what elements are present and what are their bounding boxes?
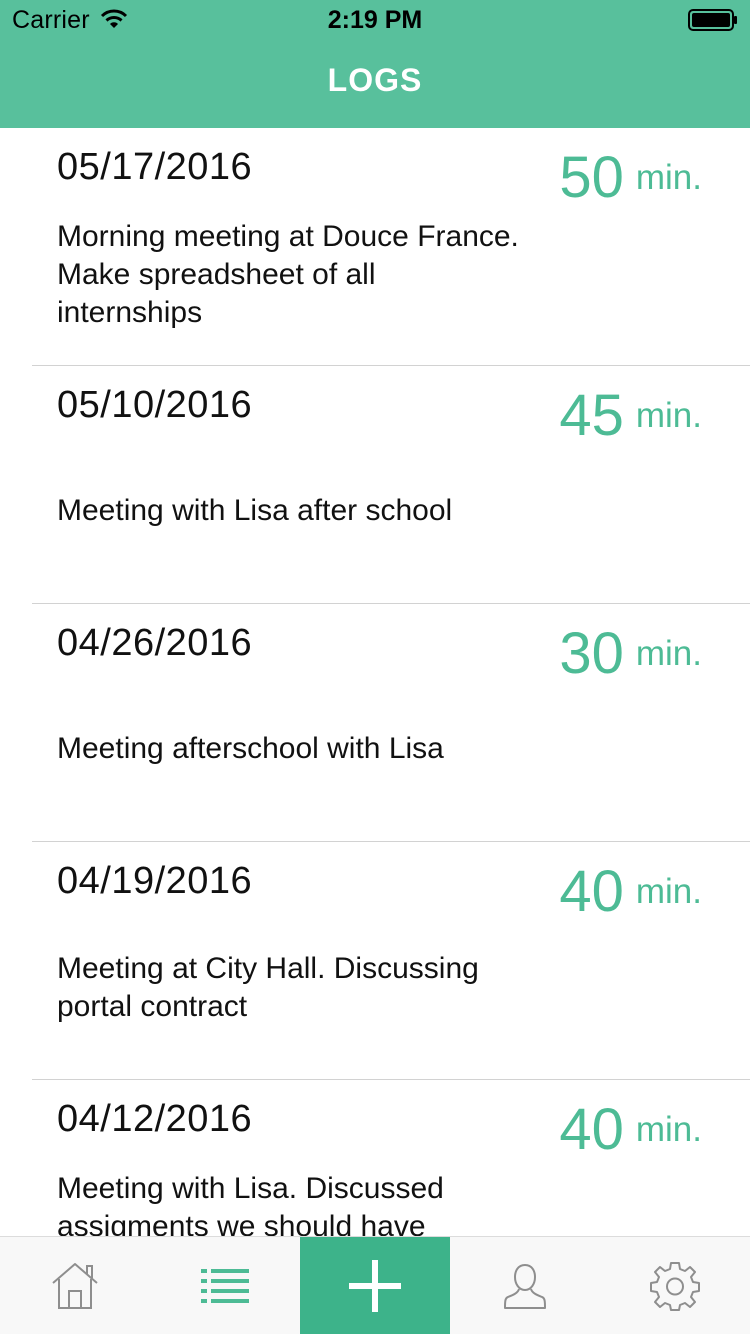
log-minutes: 50: [559, 145, 624, 210]
status-bar: Carrier 2:19 PM: [0, 0, 750, 40]
log-entry[interactable]: 05/10/2016 45 min. Meeting with Lisa afte…: [32, 366, 750, 604]
log-duration: 40 min.: [559, 858, 702, 925]
log-unit: min.: [635, 395, 702, 435]
log-entry[interactable]: 04/26/2016 30 min. Meeting afterschool wi…: [32, 604, 750, 842]
log-minutes: 45: [559, 383, 624, 448]
tab-home[interactable]: [0, 1237, 150, 1334]
log-note: Meeting at City Hall. Discussing portal …: [57, 952, 479, 1023]
log-unit: min.: [635, 1109, 702, 1149]
log-date: 05/10/2016: [57, 384, 253, 426]
log-date: 05/17/2016: [57, 146, 253, 188]
header: Carrier 2:19 PM LOGS: [0, 0, 750, 128]
tab-logs[interactable]: [150, 1237, 300, 1334]
gear-icon: [650, 1262, 700, 1311]
log-note: Meeting afterschool with Lisa: [57, 732, 444, 765]
log-duration: 30 min.: [559, 620, 702, 687]
log-date: 04/12/2016: [57, 1098, 253, 1140]
log-duration: 45 min.: [559, 382, 702, 449]
logs-screen: Carrier 2:19 PM LOGS 05/17/2016 50 min. M…: [0, 0, 750, 1334]
battery-icon: [688, 9, 737, 31]
list-icon: [201, 1269, 249, 1303]
page-title: LOGS: [327, 62, 423, 98]
tab-profile[interactable]: [450, 1237, 600, 1334]
home-icon: [52, 1263, 98, 1309]
log-note: Morning meeting at Douce France. Make sp…: [57, 220, 519, 329]
log-date: 04/26/2016: [57, 622, 253, 664]
log-entry[interactable]: 04/12/2016 40 min. Meeting with Lisa. Dis…: [32, 1080, 750, 1236]
tab-settings[interactable]: [600, 1237, 750, 1334]
plus-icon: [349, 1260, 401, 1312]
log-duration: 50 min.: [559, 144, 702, 211]
log-minutes: 40: [559, 859, 624, 924]
log-entry[interactable]: 05/17/2016 50 min. Morning meeting at Dou…: [32, 128, 750, 366]
tab-add-log[interactable]: [300, 1237, 450, 1334]
tab-bar: [0, 1236, 750, 1334]
log-unit: min.: [635, 157, 702, 197]
log-date: 04/19/2016: [57, 860, 253, 902]
log-duration: 40 min.: [559, 1096, 702, 1163]
log-entry[interactable]: 04/19/2016 40 min. Meeting at City Hall. …: [32, 842, 750, 1080]
log-list[interactable]: 05/17/2016 50 min. Morning meeting at Dou…: [0, 128, 750, 1236]
status-time: 2:19 PM: [327, 6, 423, 34]
log-minutes: 40: [559, 1097, 624, 1162]
person-icon: [504, 1263, 546, 1309]
log-note: Meeting with Lisa. Discussed assigments …: [57, 1172, 444, 1236]
log-note: Meeting with Lisa after school: [57, 494, 453, 527]
log-unit: min.: [635, 871, 702, 911]
log-unit: min.: [635, 633, 702, 673]
log-minutes: 30: [559, 621, 624, 686]
